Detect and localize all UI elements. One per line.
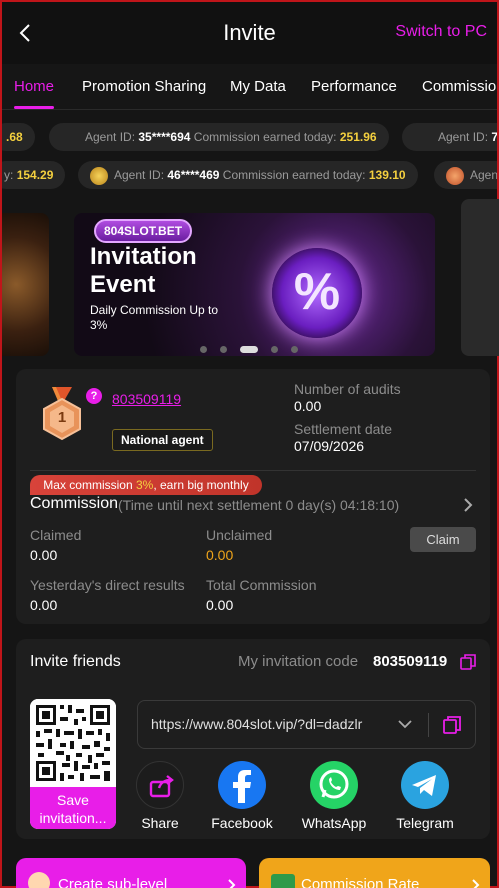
ticker-item: .68 <box>2 123 35 151</box>
invitation-code-label: My invitation code <box>238 653 359 670</box>
carousel-dot-active[interactable] <box>240 346 258 354</box>
brand-logo: 804SLOT.BET <box>94 219 193 243</box>
facebook-icon <box>218 761 266 809</box>
audits-label: Number of audits <box>294 381 401 397</box>
banner-title: Invitation Event <box>90 243 197 298</box>
divider <box>428 713 429 737</box>
total-commission-value: 0.00 <box>206 597 234 613</box>
share-label: Share <box>141 815 179 831</box>
whatsapp-label: WhatsApp <box>301 815 367 831</box>
create-sub-level-button[interactable]: Create sub-level <box>16 858 246 888</box>
whatsapp-button[interactable]: WhatsApp <box>289 761 379 831</box>
agent-summary-card: 1 ? 803509119 National agent Number of a… <box>16 369 490 624</box>
tab-promotion-sharing[interactable]: Promotion Sharing <box>82 78 206 95</box>
ticker-item: Agent ID: 35****694 Commission earned to… <box>49 123 389 151</box>
ticker-item: Agent ID: 73 <box>402 123 497 151</box>
audits-value: 0.00 <box>294 398 322 414</box>
save-invitation-button[interactable]: Save invitation... <box>30 787 116 829</box>
telegram-label: Telegram <box>396 815 454 831</box>
ticker-row-1: .68 Agent ID: 35****694 Commission earne… <box>2 123 497 151</box>
ticker-item: y: 154.29 <box>2 161 66 189</box>
copy-link-icon[interactable] <box>442 715 462 735</box>
money-icon <box>271 874 295 888</box>
yesterday-label: Yesterday's direct results <box>30 577 185 593</box>
commission-title: Commission <box>30 495 119 512</box>
settlement-date-value: 07/09/2026 <box>294 438 365 454</box>
claim-button[interactable]: Claim <box>410 527 476 552</box>
tab-my-data[interactable]: My Data <box>230 78 286 95</box>
invitation-code: 803509119 <box>373 653 448 670</box>
carousel-dot[interactable] <box>271 346 278 354</box>
carousel-dot[interactable] <box>220 346 227 354</box>
carousel-dots <box>200 341 311 354</box>
chevron-right-icon <box>228 879 236 888</box>
agent-id-link[interactable]: 803509119 <box>112 391 181 407</box>
share-icon <box>136 761 184 809</box>
facebook-button[interactable]: Facebook <box>197 761 287 831</box>
settlement-date-label: Settlement date <box>294 421 393 437</box>
yesterday-value: 0.00 <box>30 597 58 613</box>
invite-title: Invite friends <box>30 653 121 670</box>
qr-code-icon <box>30 699 116 787</box>
banner-subtitle: Daily Commission Up to 3% <box>90 303 219 332</box>
claimed-label: Claimed <box>30 527 82 543</box>
copy-code-icon[interactable] <box>460 654 476 670</box>
invitation-event-banner[interactable]: 804SLOT.BET Invitation Event Daily Commi… <box>74 213 435 356</box>
whatsapp-icon <box>310 761 358 809</box>
switch-to-pc-link[interactable]: Switch to PC <box>395 23 487 41</box>
tab-home[interactable]: Home <box>14 78 54 95</box>
medal-icon <box>446 166 464 185</box>
banner-prev-slide[interactable] <box>2 213 49 356</box>
invitation-link: https://www.804slot.vip/?dl=dadzlr <box>151 716 363 732</box>
unclaimed-value: 0.00 <box>206 547 234 563</box>
total-commission-label: Total Commission <box>206 577 317 593</box>
carousel-dot[interactable] <box>291 346 298 354</box>
facebook-label: Facebook <box>211 815 273 831</box>
level-number: 1 <box>57 409 67 426</box>
percent-icon: % <box>272 248 362 338</box>
invite-friends-card: Invite friends My invitation code 803509… <box>16 639 490 839</box>
ticker-item: Agent ID: 46****469 Commission earned to… <box>78 161 418 189</box>
settlement-timer: (Time until next settlement 0 day(s) 04:… <box>118 497 400 513</box>
chevron-down-icon[interactable] <box>398 719 412 729</box>
telegram-button[interactable]: Telegram <box>380 761 470 831</box>
carousel-dot[interactable] <box>200 346 207 354</box>
qr-code-card[interactable]: Save invitation... <box>30 699 116 829</box>
active-tab-indicator <box>14 106 54 109</box>
unclaimed-label: Unclaimed <box>206 527 273 543</box>
commission-rate-button[interactable]: Commission Rate <box>259 858 490 888</box>
share-button[interactable]: Share <box>115 761 205 831</box>
create-sub-level-label: Create sub-level <box>58 876 168 888</box>
telegram-icon <box>401 761 449 809</box>
ticker-item: Agent <box>434 161 497 189</box>
rank-badge: National agent <box>112 429 213 451</box>
invitation-link-field[interactable]: https://www.804slot.vip/?dl=dadzlr <box>137 700 476 749</box>
header: Invite Switch to PC <box>2 2 497 64</box>
chevron-right-icon <box>472 879 480 888</box>
promo-ribbon: Max commission 3%, earn big monthly <box>30 475 262 495</box>
chevron-right-icon[interactable] <box>462 497 474 513</box>
user-add-icon <box>28 872 50 888</box>
ticker-row-2: y: 154.29 Agent ID: 46****469 Commission… <box>2 161 497 189</box>
help-icon[interactable]: ? <box>86 388 102 404</box>
tab-commission[interactable]: Commission <box>422 78 497 95</box>
claimed-value: 0.00 <box>30 547 58 563</box>
crown-medal-icon <box>90 166 108 185</box>
divider <box>30 470 476 471</box>
banner-next-slide[interactable] <box>461 199 499 356</box>
commission-rate-label: Commission Rate <box>301 876 420 888</box>
tab-performance[interactable]: Performance <box>311 78 397 95</box>
tab-bar: Home Promotion Sharing My Data Performan… <box>2 64 497 110</box>
